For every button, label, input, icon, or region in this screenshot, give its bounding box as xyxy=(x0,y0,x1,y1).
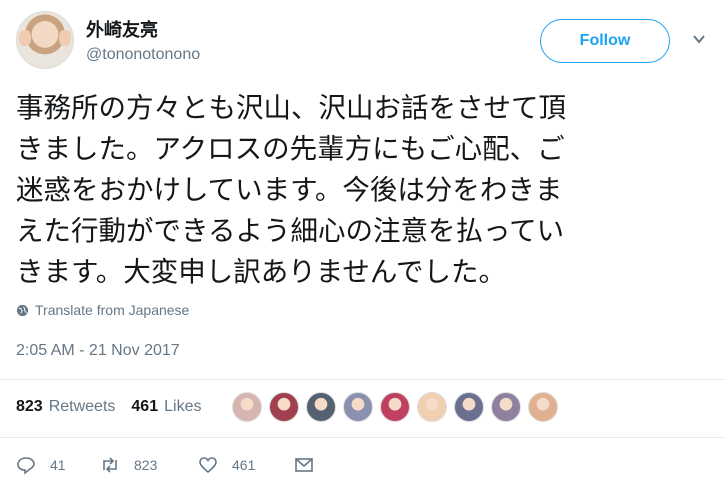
translate-link[interactable]: Translate from Japanese xyxy=(16,302,189,318)
retweets-count: 823 xyxy=(16,398,43,415)
liker-avatar[interactable] xyxy=(454,392,484,422)
likes-count: 461 xyxy=(131,398,159,415)
liker-avatar[interactable] xyxy=(380,392,410,422)
liker-avatars xyxy=(232,392,565,422)
avatar-hand-right xyxy=(59,30,71,46)
tweet-timestamp[interactable]: 2:05 AM - 21 Nov 2017 xyxy=(16,342,180,360)
tweet-line: きます。大変申し訳ありませんでした。 xyxy=(16,256,507,288)
translate-label[interactable]: Translate from Japanese xyxy=(35,302,189,318)
tweet-stats: 823 Retweets 461 Likes xyxy=(16,398,201,416)
retweet-icon[interactable] xyxy=(100,455,120,475)
liker-avatar[interactable] xyxy=(343,392,373,422)
envelope-icon[interactable] xyxy=(294,455,314,475)
chevron-down-icon[interactable] xyxy=(692,32,706,46)
avatar-hand-left xyxy=(19,30,31,46)
liker-avatar[interactable] xyxy=(417,392,447,422)
display-name[interactable]: 外崎友亮 xyxy=(86,16,158,42)
likes-stat[interactable]: 461 Likes xyxy=(131,398,201,416)
liker-avatar[interactable] xyxy=(491,392,521,422)
liker-avatar[interactable] xyxy=(232,392,262,422)
tweet-line: えた行動ができるよう細心の注意を払ってい xyxy=(16,215,565,247)
heart-icon[interactable] xyxy=(198,455,218,475)
tweet-actions: 41 823 461 xyxy=(16,455,328,475)
divider xyxy=(0,437,726,438)
tweet-line: 迷惑をおかけしています。今後は分をわきま xyxy=(16,174,563,206)
user-handle[interactable]: @tononotonono xyxy=(86,46,200,64)
avatar[interactable] xyxy=(16,11,74,69)
liker-avatar[interactable] xyxy=(528,392,558,422)
reply-count: 41 xyxy=(50,457,66,473)
likes-label: Likes xyxy=(164,398,202,415)
retweets-stat[interactable]: 823 Retweets xyxy=(16,398,115,416)
liker-avatar[interactable] xyxy=(306,392,336,422)
tweet-text: 事務所の方々とも沢山、沢山お話をさせて頂 きました。アクロスの先輩方にもご心配、… xyxy=(16,88,706,293)
divider xyxy=(0,379,726,380)
like-count: 461 xyxy=(232,457,256,473)
liker-avatar[interactable] xyxy=(269,392,299,422)
retweets-label: Retweets xyxy=(48,398,116,415)
retweet-count: 823 xyxy=(134,457,158,473)
globe-icon xyxy=(16,304,29,316)
reply-action[interactable]: 41 xyxy=(16,455,100,475)
like-action[interactable]: 461 xyxy=(198,455,294,475)
tweet-line: 事務所の方々とも沢山、沢山お話をさせて頂 xyxy=(16,92,566,124)
message-action[interactable] xyxy=(294,455,328,475)
follow-button[interactable]: Follow xyxy=(540,19,670,63)
tweet-line: きました。アクロスの先輩方にもご心配、ご xyxy=(16,133,565,165)
reply-icon[interactable] xyxy=(16,455,36,475)
retweet-action[interactable]: 823 xyxy=(100,455,198,475)
